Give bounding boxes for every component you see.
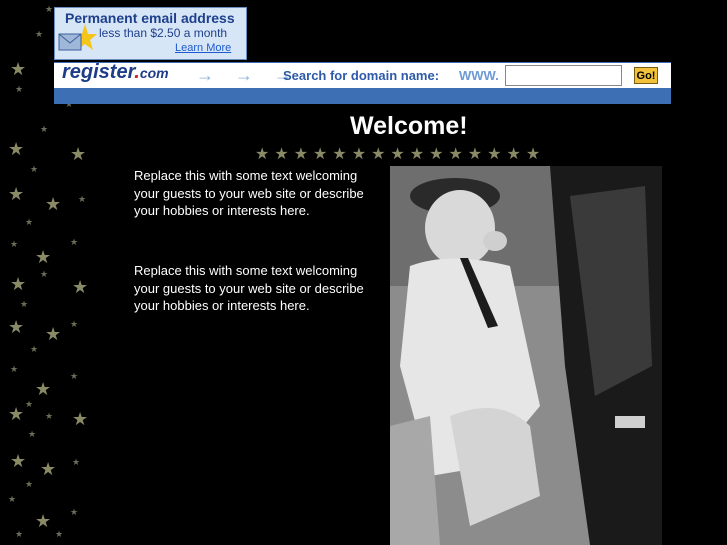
ad-subtitle: less than $2.50 a month [99, 26, 228, 40]
star-icon: ★ [8, 317, 25, 337]
email-ad-banner[interactable]: Permanent email address less than $2.50 … [54, 7, 247, 60]
star-icon: ★ [45, 324, 62, 344]
star-icon: ★ [45, 4, 54, 14]
star-icon: ★ [35, 379, 52, 399]
www-prefix: WWW. [459, 68, 499, 83]
star-icon: ★ [409, 146, 425, 163]
photo-illustration [390, 166, 662, 545]
star-icon: ★ [10, 274, 27, 294]
star-icon: ★ [467, 146, 483, 163]
star-icon: ★ [30, 344, 39, 354]
star-icon: ★ [70, 319, 79, 329]
star-icon: ★ [20, 299, 29, 309]
star-icon: ★ [10, 239, 19, 249]
star-icon: ★ [72, 457, 81, 467]
star-icon: ★ [70, 507, 79, 517]
star-icon: ★ [35, 29, 44, 39]
star-icon: ★ [40, 269, 49, 279]
star-icon: ★ [15, 84, 24, 94]
search-label: Search for domain name: [283, 68, 440, 83]
welcome-paragraph-2: Replace this with some text welcoming yo… [134, 263, 364, 313]
star-icon: ★ [25, 217, 34, 227]
learn-more-link[interactable]: Learn More [175, 42, 231, 54]
star-icon: ★ [10, 59, 27, 79]
star-icon: ★ [55, 529, 64, 539]
star-icon: ★ [10, 451, 27, 471]
star-icon: ★ [448, 146, 463, 163]
star-icon: ★ [487, 146, 502, 163]
star-icon: ★ [30, 164, 39, 174]
star-icon: ★ [35, 247, 52, 267]
star-icon: ★ [25, 479, 34, 489]
email-envelope-icon [58, 24, 97, 51]
logo-text: register [62, 61, 135, 83]
star-icon: ★ [8, 184, 25, 204]
star-icon: ★ [8, 139, 25, 159]
star-icon: ★ [8, 404, 25, 424]
star-icon: ★ [506, 146, 521, 163]
star-icon: ★ [293, 146, 309, 163]
star-icon: ★ [10, 364, 19, 374]
domain-search-bar: register.com → → → Search for domain nam… [54, 61, 671, 89]
star-icon: ★ [313, 146, 328, 163]
star-icon: ★ [45, 194, 62, 214]
star-icon: ★ [25, 399, 34, 409]
star-icon: ★ [390, 146, 405, 163]
page-title: Welcome! [350, 112, 468, 140]
welcome-paragraph-1: Replace this with some text welcoming yo… [134, 168, 364, 218]
star-icon: ★ [28, 429, 37, 439]
star-divider: ★ ★ ★ ★ ★ ★ ★ ★ ★ ★ ★ ★ ★ ★ ★ [255, 147, 540, 163]
ad-title: Permanent email address [65, 10, 235, 26]
logo-com: com [139, 65, 169, 81]
star-icon: ★ [72, 409, 89, 429]
star-icon: ★ [72, 277, 89, 297]
star-icon: ★ [255, 146, 270, 163]
star-icon: ★ [70, 144, 87, 164]
star-icon: ★ [70, 237, 79, 247]
star-icon: ★ [45, 411, 54, 421]
star-icon: ★ [35, 511, 52, 531]
star-icon: ★ [70, 371, 79, 381]
star-icon: ★ [15, 529, 24, 539]
star-icon: ★ [40, 124, 49, 134]
star-icon: ★ [351, 146, 367, 163]
star-icon: ★ [525, 146, 541, 163]
star-icon: ★ [40, 459, 57, 479]
star-icon: ★ [8, 494, 17, 504]
register-com-logo[interactable]: register.com [62, 61, 169, 84]
star-icon: ★ [274, 146, 289, 163]
photo-image [390, 166, 662, 545]
star-icon: ★ [332, 146, 347, 163]
star-icon: ★ [371, 146, 386, 163]
blue-divider-strip [54, 88, 671, 104]
go-button[interactable]: Go! [634, 67, 658, 84]
star-icon: ★ [429, 146, 444, 163]
star-icon: ★ [78, 194, 87, 204]
domain-input[interactable] [505, 65, 622, 86]
